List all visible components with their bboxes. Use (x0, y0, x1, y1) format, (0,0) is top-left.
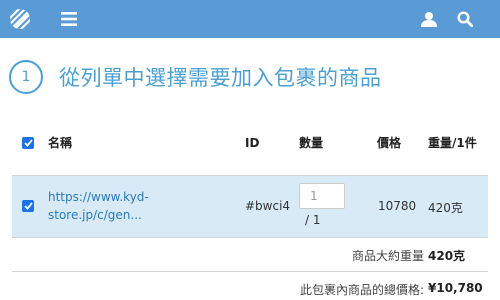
total-price-label: 此包裹內商品的總價格: (299, 283, 424, 297)
quantity-input[interactable]: 1 (299, 183, 345, 209)
weight-summary-row: 商品大約重量 420克 (12, 238, 488, 272)
menu-icon[interactable] (58, 0, 80, 38)
total-price-row: 此包裹內商品的總價格: ¥10,780 (12, 272, 488, 300)
table-header-row: 名稱 ID 數量 價格 重量/1件 (12, 120, 488, 176)
item-link[interactable]: https://www.kyd-store.jp/c/gen... (48, 188, 168, 224)
weight-summary-label: 商品大約重量 (351, 249, 424, 263)
quantity-available: / 1 (305, 213, 321, 227)
weight-summary-value: 420克 (428, 249, 466, 263)
item-id: #bwci4 (245, 199, 291, 213)
row-checkbox[interactable] (22, 200, 34, 212)
item-weight: 420克 (428, 201, 463, 215)
total-price-value: ¥10,780 (428, 281, 483, 295)
step-heading: 1 從列單中選擇需要加入包裹的商品 (9, 60, 382, 94)
logo-icon[interactable] (8, 0, 32, 38)
item-price: 10780 (378, 199, 417, 213)
search-icon[interactable] (454, 0, 476, 38)
step-title: 從列單中選擇需要加入包裹的商品 (59, 66, 382, 90)
header-quantity: 數量 (299, 136, 324, 150)
step-number-badge: 1 (9, 60, 43, 94)
table-row[interactable]: https://www.kyd-store.jp/c/gen... #bwci4… (12, 176, 488, 238)
user-icon[interactable] (418, 0, 440, 38)
header-weight-per-item: 重量/1件 (428, 136, 477, 150)
top-navigation-bar (0, 0, 500, 38)
items-table: 名稱 ID 數量 價格 重量/1件 https://www.kyd-store.… (12, 120, 488, 300)
header-name: 名稱 (48, 136, 73, 150)
select-all-checkbox[interactable] (22, 137, 34, 149)
header-id: ID (245, 136, 260, 150)
header-price: 價格 (377, 136, 402, 150)
